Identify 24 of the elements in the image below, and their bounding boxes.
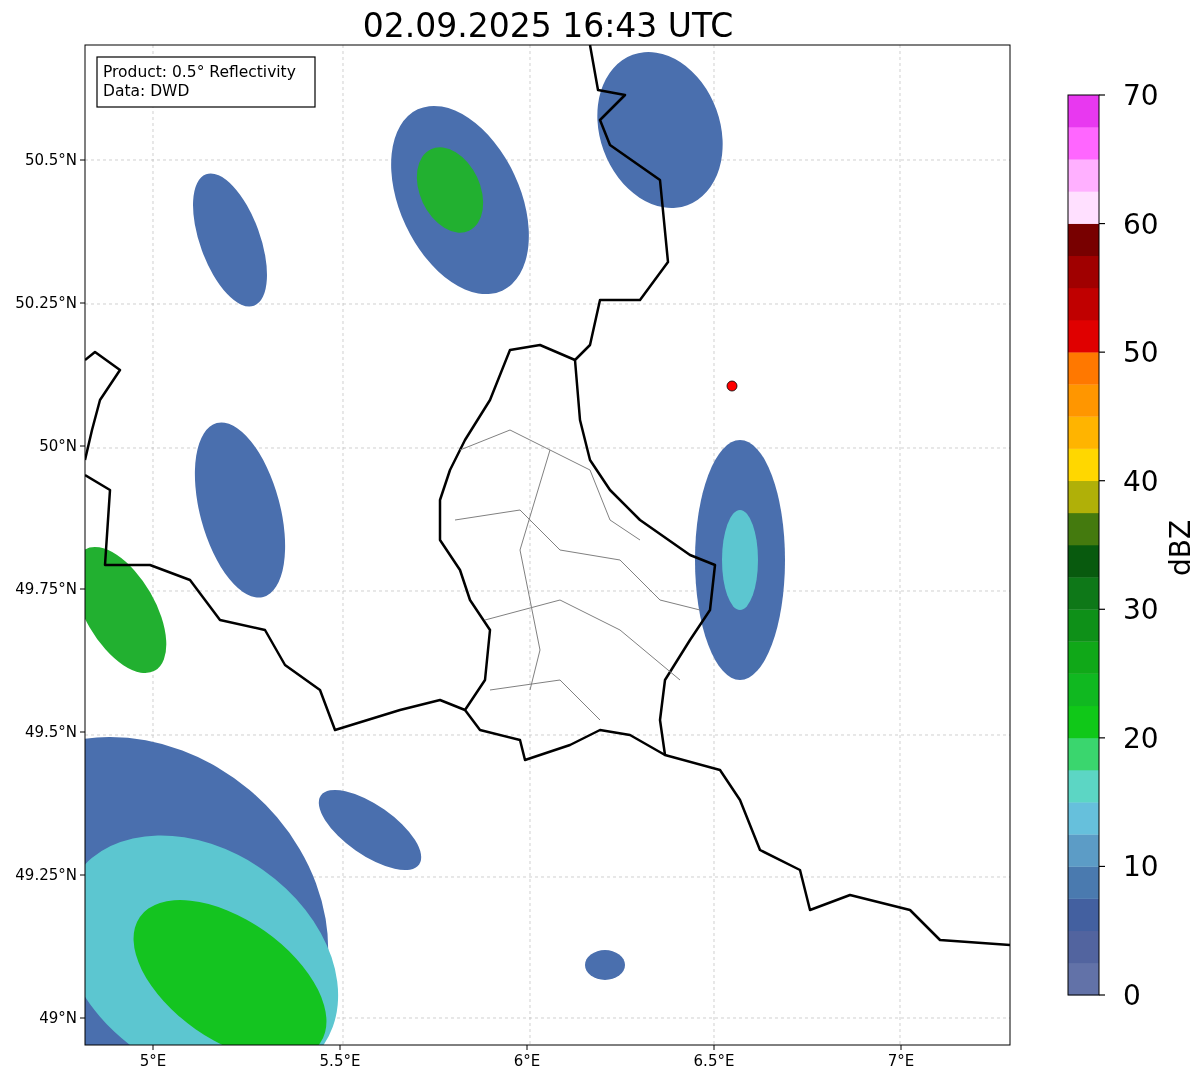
colorbar-tick-label: 40 [1123,464,1159,498]
colorbar-tick-label: 10 [1123,850,1159,884]
colorbar-tick-label: 30 [1123,593,1159,627]
colorbar-tick-label: 50 [1123,336,1159,370]
chart-title: 02.09.2025 16:43 UTC [362,6,734,45]
longitude-label: 7°E [887,1052,915,1070]
latitude-label: 49.25°N [15,866,77,884]
colorbar-tick-label: 20 [1123,721,1159,755]
longitude-label: 6°E [513,1052,541,1070]
colorbar-tick-label: 60 [1123,207,1159,241]
latitude-label: 49.5°N [24,723,77,741]
longitude-label: 5.5°E [319,1052,361,1070]
colorbar-title: dBZ [1164,519,1197,577]
latitude-label: 50.25°N [15,294,77,312]
latitude-label: 50.5°N [24,151,77,169]
legend-text: Data: DWD [103,82,190,100]
latitude-label: 49°N [39,1009,77,1027]
legend-text: Product: 0.5° Reflectivity [103,63,296,81]
latitude-label: 49.75°N [15,580,77,598]
longitude-label: 6.5°E [693,1052,735,1070]
latitude-label: 50°N [39,437,77,455]
longitude-label: 5°E [139,1052,167,1070]
colorbar-tick-label: 0 [1123,979,1141,1012]
colorbar-tick-label: 70 [1123,79,1159,112]
